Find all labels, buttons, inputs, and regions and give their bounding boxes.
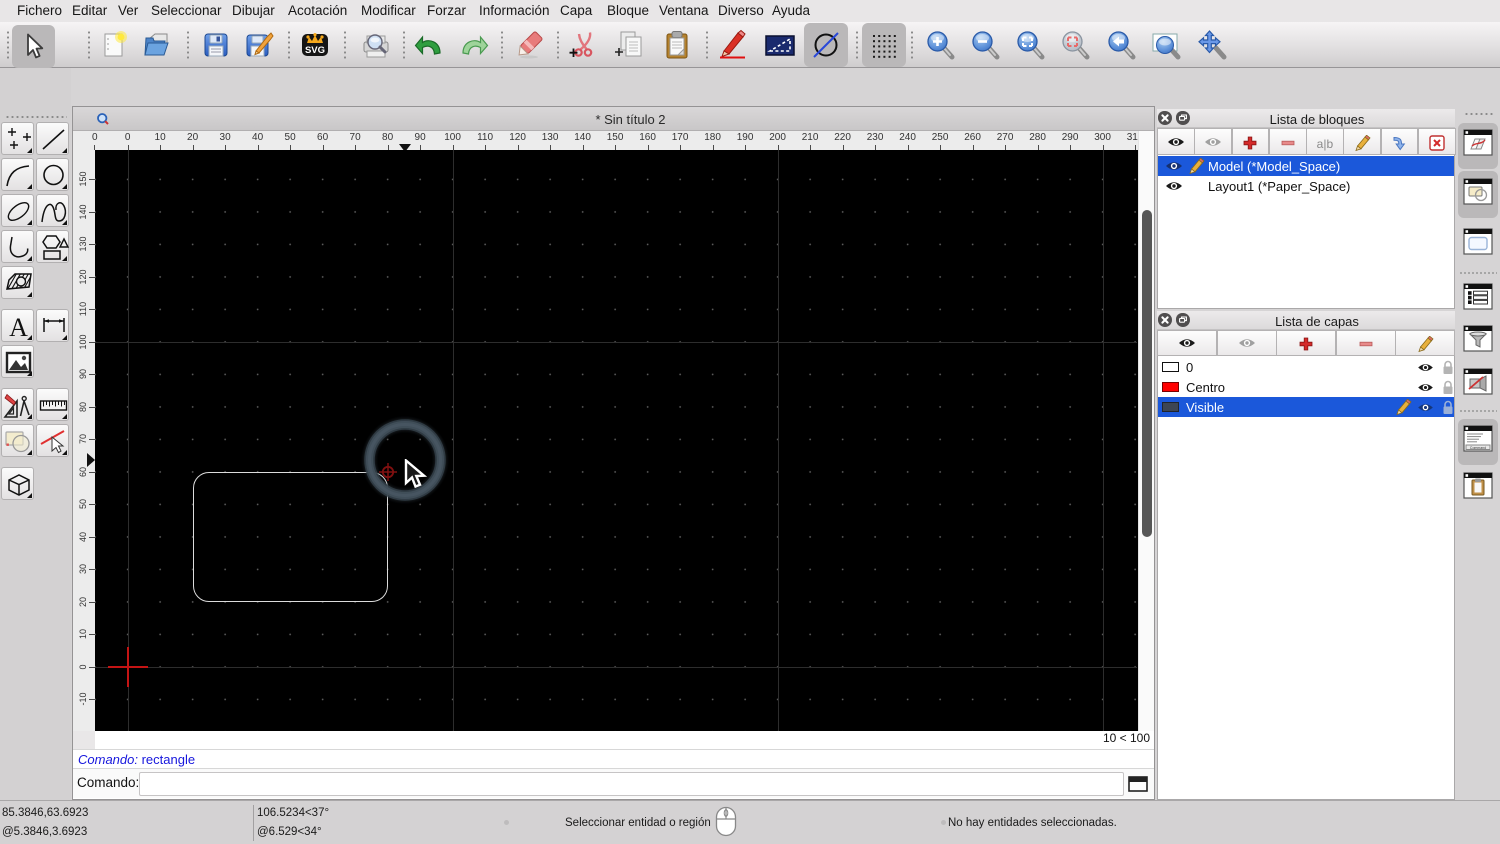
svg-text:A: A (9, 313, 28, 342)
svg-text:Command: Command (1470, 445, 1486, 449)
svg-text:SVG: SVG (305, 45, 325, 56)
